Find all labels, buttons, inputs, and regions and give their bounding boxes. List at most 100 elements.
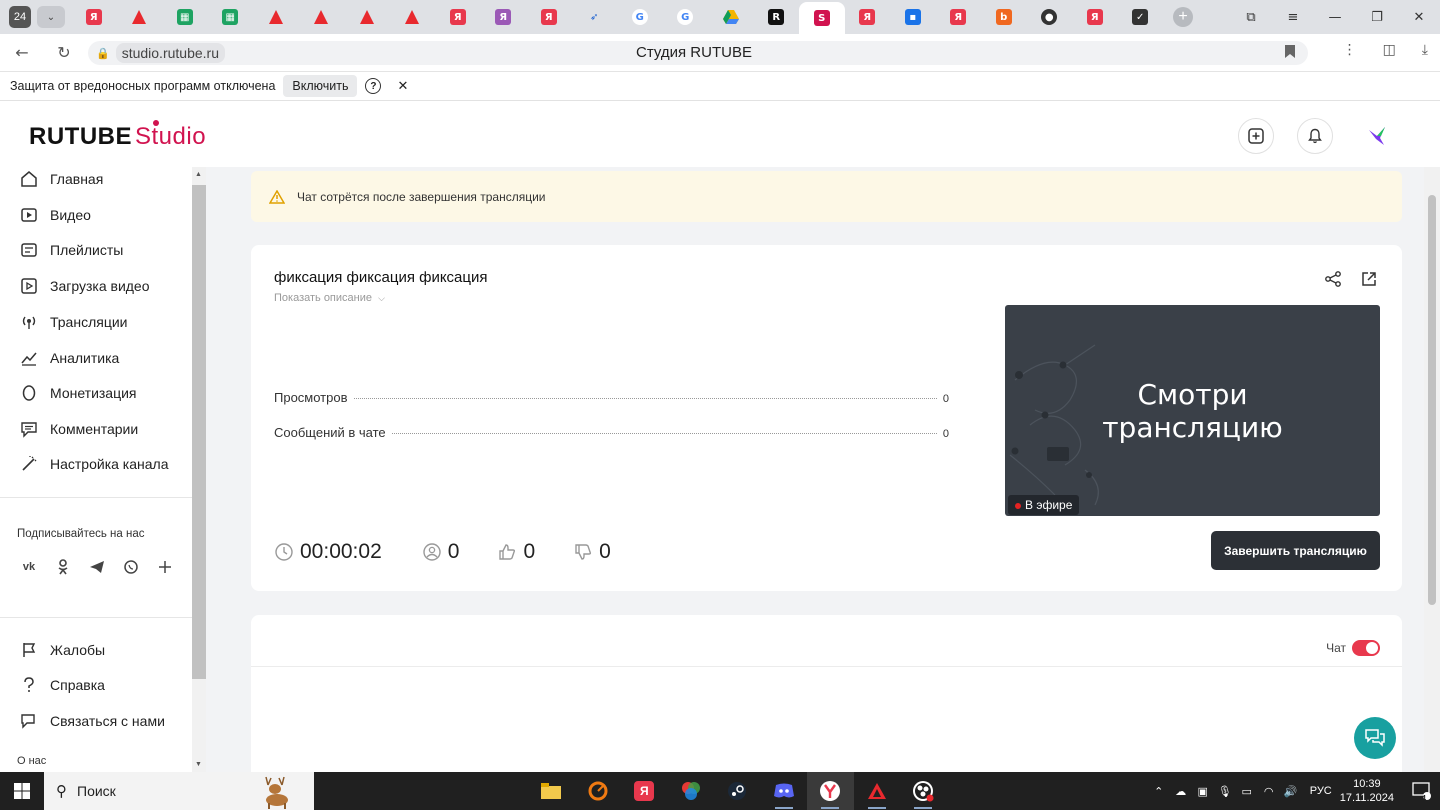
yandex-browser-app[interactable] xyxy=(807,772,854,810)
sidebar-item-comments[interactable]: Комментарии xyxy=(0,411,192,447)
sidebar-item-channel-settings[interactable]: Настройка канала xyxy=(0,446,192,482)
tab-swoosh[interactable]: ➶ xyxy=(572,0,618,34)
menu-icon[interactable]: ≡ xyxy=(1272,10,1314,25)
tab-yandex-2[interactable]: Я xyxy=(435,0,481,34)
collections-icon[interactable]: ⧉ xyxy=(1230,10,1272,25)
explorer-app[interactable] xyxy=(528,772,575,810)
battery-icon[interactable]: ▭ xyxy=(1236,785,1258,798)
scroll-up-icon[interactable]: ▲ xyxy=(195,171,202,178)
new-tab-icon[interactable]: + xyxy=(1173,7,1193,27)
tab-yandex-5[interactable]: Я xyxy=(845,0,891,34)
preview-caption-line1: Смотри xyxy=(1137,378,1248,411)
taskbar-search[interactable]: ⚲ Поиск xyxy=(44,772,314,810)
download-icon[interactable]: ⤓ xyxy=(1422,42,1428,58)
sidebar-divider xyxy=(0,497,192,498)
scrollbar-thumb[interactable] xyxy=(192,185,206,679)
language-indicator[interactable]: РУС xyxy=(1310,785,1332,797)
tab-shield[interactable]: ✓ xyxy=(1118,0,1164,34)
tab-google-2[interactable]: G xyxy=(663,0,709,34)
tab-yandex-3[interactable]: Я xyxy=(481,0,527,34)
tab-sheet-2[interactable]: ▦ xyxy=(208,0,254,34)
tabs-dropdown-icon[interactable]: ⌄ xyxy=(37,6,65,28)
show-description-link[interactable]: Показать описание ⌵ xyxy=(274,292,385,304)
tab-count-badge[interactable]: 24 xyxy=(9,6,31,28)
tab-yandex-7[interactable]: Я xyxy=(1072,0,1118,34)
start-button[interactable] xyxy=(0,772,44,810)
clock[interactable]: 10:39 17.11.2024 xyxy=(1340,777,1394,805)
notifications-button[interactable] xyxy=(1297,118,1333,154)
close-icon[interactable]: ✕ xyxy=(397,79,408,94)
about-link[interactable]: О нас xyxy=(17,755,46,767)
tab-drive[interactable] xyxy=(708,0,754,34)
tab-rutube-studio[interactable]: S xyxy=(799,2,845,34)
ok-icon[interactable] xyxy=(51,555,75,579)
tab-github[interactable]: ● xyxy=(1027,0,1073,34)
sidebar-item-contact[interactable]: Связаться с нами xyxy=(0,703,192,739)
tab-yandex-6[interactable]: Я xyxy=(936,0,982,34)
more-icon[interactable] xyxy=(153,555,177,579)
discord-app[interactable] xyxy=(761,772,808,810)
restore-icon[interactable]: ❐ xyxy=(1356,10,1398,25)
app-orange[interactable] xyxy=(575,772,622,810)
sidebar-item-monetization[interactable]: Монетизация xyxy=(0,375,192,411)
tab-chat[interactable]: ▪ xyxy=(890,0,936,34)
cloud-icon[interactable]: ☁ xyxy=(1170,785,1192,798)
tab-alert[interactable] xyxy=(117,0,163,34)
wifi-icon[interactable]: ◠ xyxy=(1258,785,1280,798)
obs-app[interactable] xyxy=(900,772,947,810)
sidebar-item-help[interactable]: Справка xyxy=(0,667,192,703)
create-button[interactable] xyxy=(1238,118,1274,154)
logo-dot xyxy=(153,120,159,126)
notifications-center[interactable]: 4 xyxy=(1404,772,1440,810)
tab-b[interactable]: b xyxy=(981,0,1027,34)
viber-icon[interactable] xyxy=(119,555,143,579)
scroll-down-icon[interactable]: ▼ xyxy=(195,761,202,768)
tab-alert-3[interactable] xyxy=(299,0,345,34)
bookmark-icon[interactable] xyxy=(1285,45,1295,61)
sidebar-item-upload[interactable]: Загрузка видео xyxy=(0,268,192,304)
tab-yandex-4[interactable]: Я xyxy=(526,0,572,34)
enable-protection-button[interactable]: Включить xyxy=(283,75,358,97)
tab-alert-4[interactable] xyxy=(344,0,390,34)
color-app[interactable] xyxy=(668,772,715,810)
chat-toggle[interactable] xyxy=(1352,640,1380,656)
telegram-icon[interactable] xyxy=(85,555,109,579)
open-external-icon[interactable] xyxy=(1360,270,1378,293)
microphone-icon[interactable]: 🎙 xyxy=(1214,785,1236,798)
steam-icon xyxy=(728,782,747,800)
vk-icon[interactable]: vk xyxy=(17,555,41,579)
device-icon[interactable]: ▣ xyxy=(1192,785,1214,798)
yandex-app[interactable]: Я xyxy=(621,772,668,810)
minimize-icon[interactable]: — xyxy=(1314,10,1356,25)
tab-google[interactable]: G xyxy=(617,0,663,34)
tray-overflow-icon[interactable]: ⌃ xyxy=(1148,785,1170,798)
tab-sheet[interactable]: ▦ xyxy=(162,0,208,34)
scrollbar-thumb[interactable] xyxy=(1428,195,1436,605)
steam-app[interactable] xyxy=(714,772,761,810)
tab-alert-2[interactable] xyxy=(253,0,299,34)
main-scrollbar[interactable] xyxy=(1424,167,1440,772)
close-window-icon[interactable]: ✕ xyxy=(1398,10,1440,25)
volume-icon[interactable]: 🔊 xyxy=(1280,785,1302,798)
tab-yandex[interactable]: Я xyxy=(71,0,117,34)
help-icon[interactable]: ? xyxy=(365,78,382,94)
alert-app[interactable] xyxy=(854,772,901,810)
tab-r[interactable]: R xyxy=(754,0,800,34)
sidebar-item-analytics[interactable]: Аналитика xyxy=(0,340,192,376)
tab-alert-5[interactable] xyxy=(390,0,436,34)
share-icon[interactable] xyxy=(1324,270,1342,293)
avatar[interactable] xyxy=(1359,118,1395,154)
extensions-icon[interactable]: ◫ xyxy=(1383,42,1396,58)
sidebar-item-playlists[interactable]: Плейлисты xyxy=(0,232,192,268)
stream-preview[interactable]: Смотри трансляцию В эфире xyxy=(1005,305,1380,516)
more-options-icon[interactable]: ⋮ xyxy=(1343,42,1357,58)
sidebar-item-home[interactable]: Главная xyxy=(0,161,192,197)
support-chat-button[interactable] xyxy=(1354,717,1396,759)
rutube-studio-logo[interactable]: RUTUBE Studio xyxy=(29,120,206,151)
sidebar-item-video[interactable]: Видео xyxy=(0,197,192,233)
sidebar-item-broadcasts[interactable]: Трансляции xyxy=(0,304,192,340)
end-stream-button[interactable]: Завершить трансляцию xyxy=(1211,531,1380,570)
sidebar-item-complaints[interactable]: Жалобы xyxy=(0,632,192,668)
sidebar-scrollbar[interactable]: ▲ ▼ xyxy=(192,167,206,772)
browser-toolbar-right: ⋮ ◫ ⤓ xyxy=(1343,42,1428,58)
